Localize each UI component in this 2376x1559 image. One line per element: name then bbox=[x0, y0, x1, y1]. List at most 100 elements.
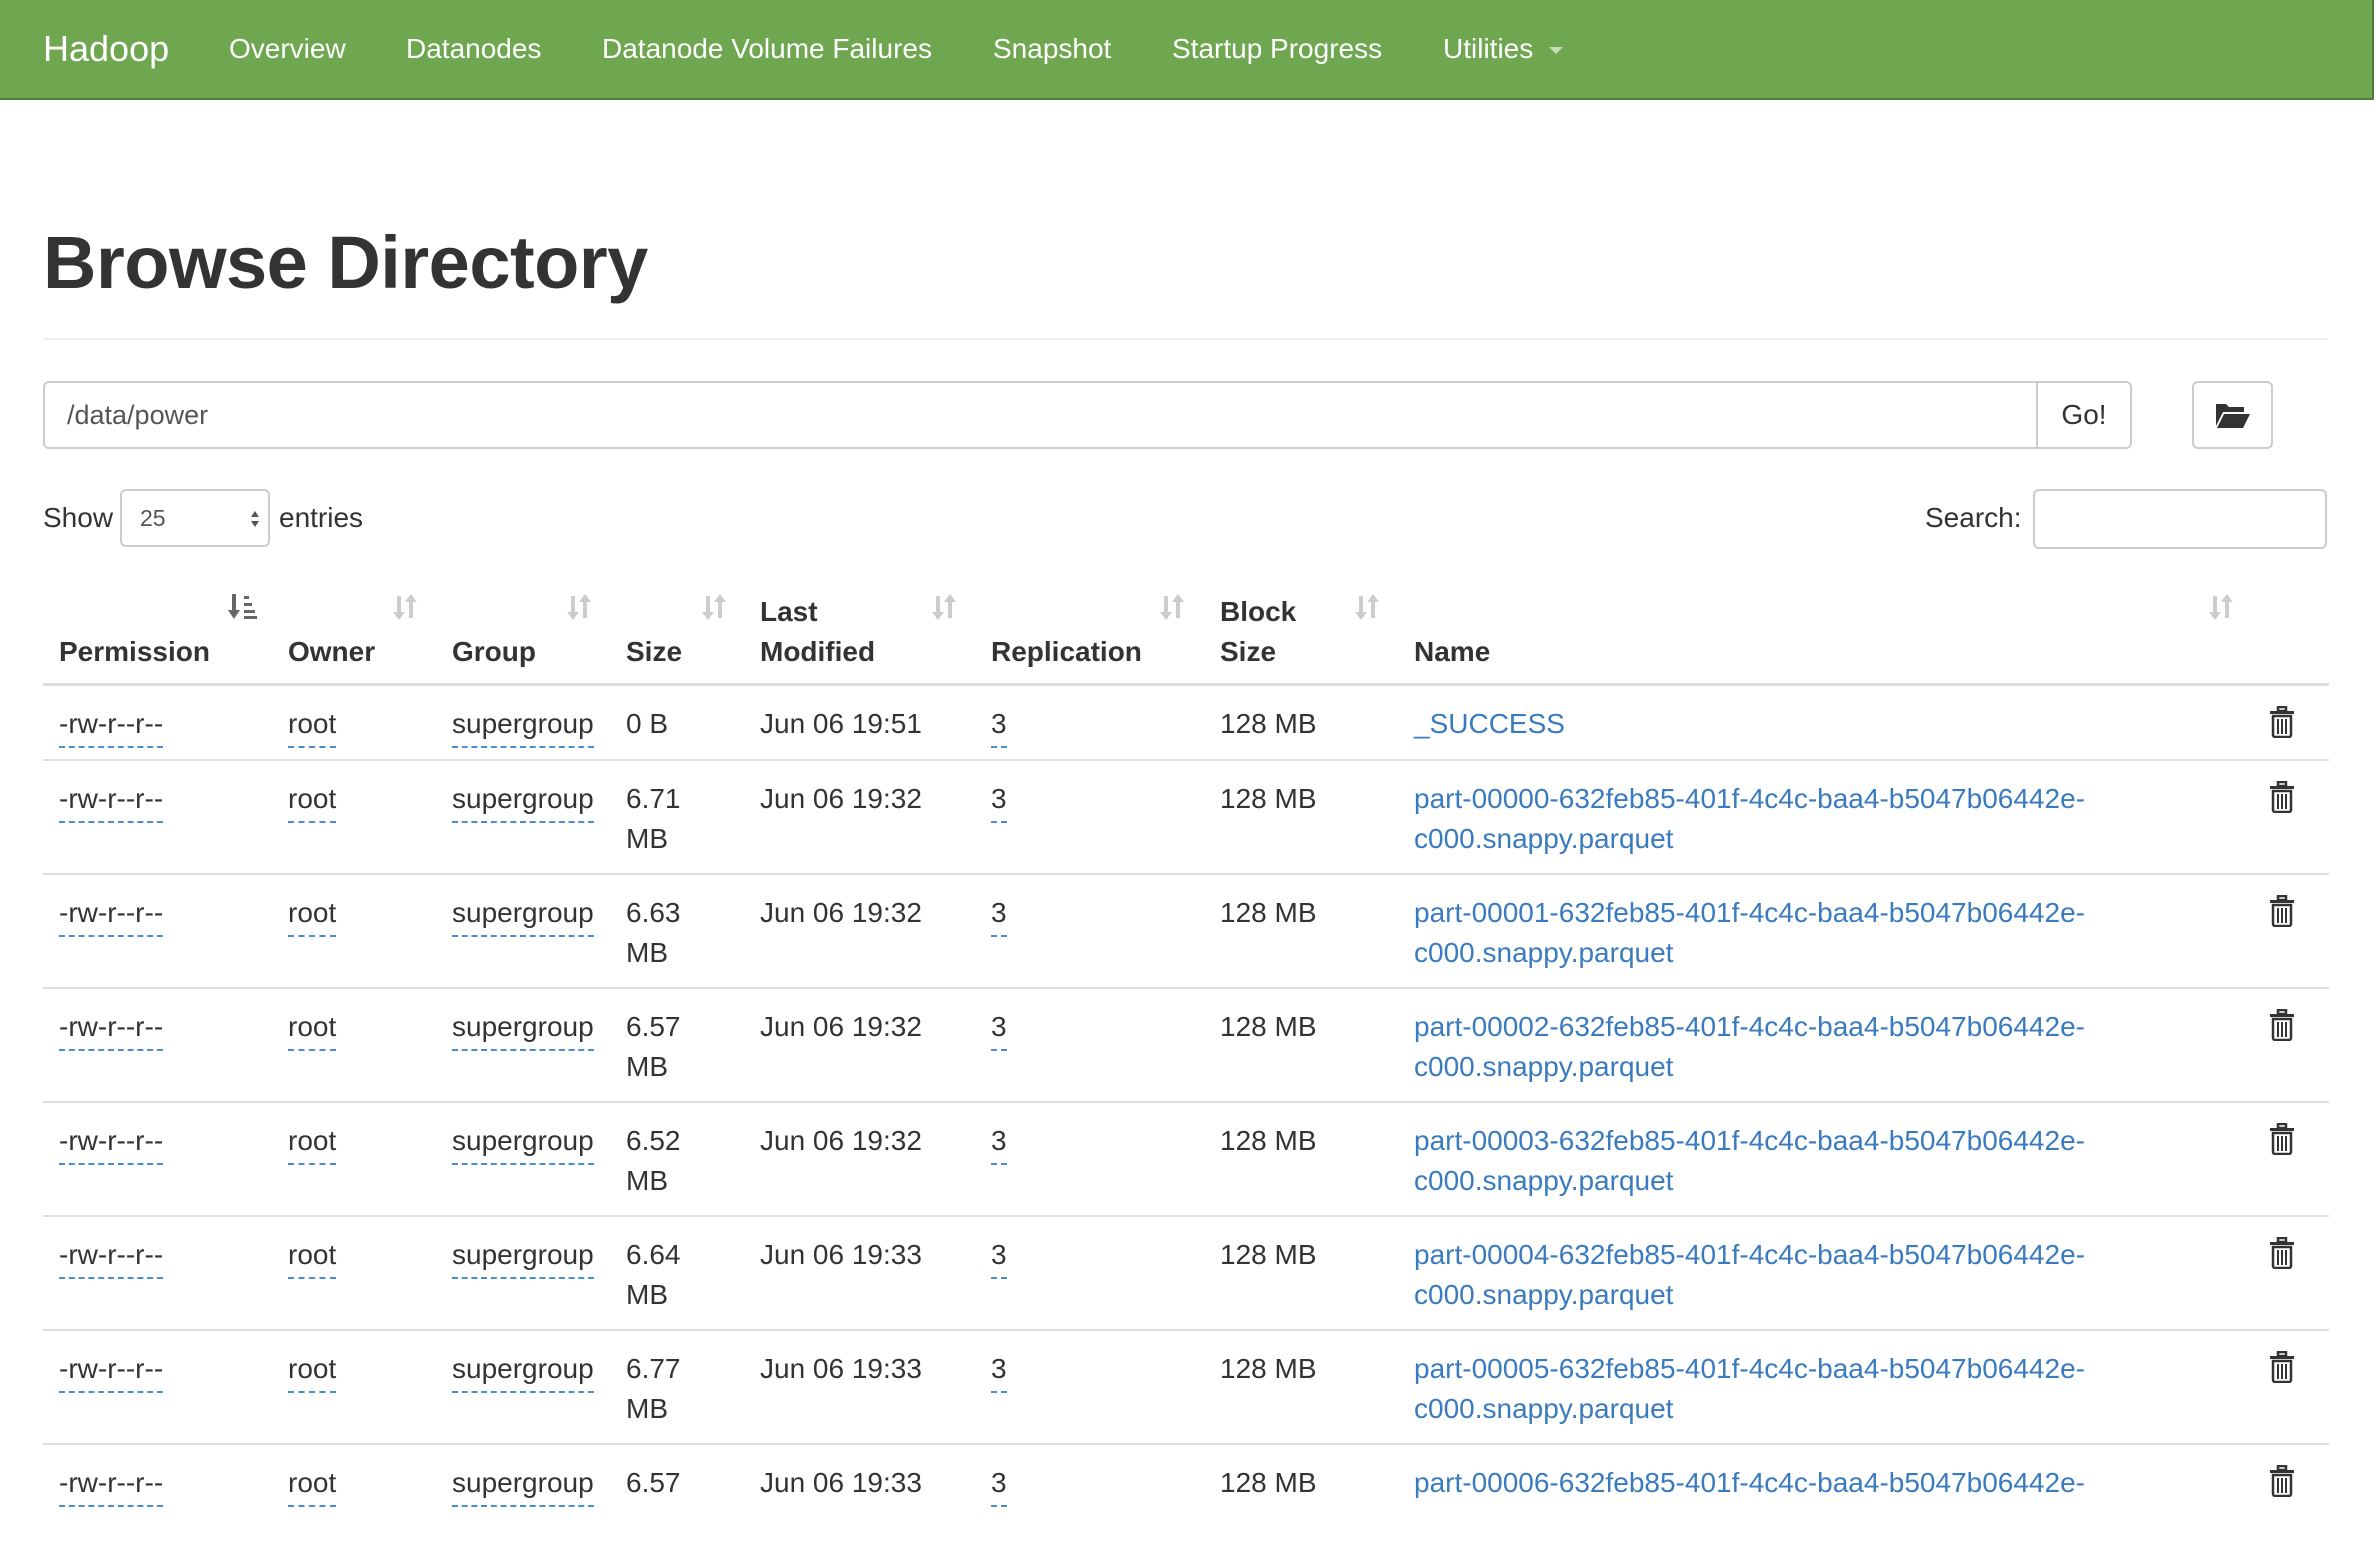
sort-both-icon[interactable] bbox=[391, 592, 419, 622]
file-name-line2: c000.snappy.parquet bbox=[1414, 1279, 1674, 1310]
table-row: -rw-r--r-- root supergroup 6.63 MB Jun 06… bbox=[43, 875, 2329, 989]
replication-cell[interactable]: 3 bbox=[991, 1349, 1007, 1393]
header-owner[interactable]: Owner bbox=[288, 632, 375, 672]
header-size-label: Size bbox=[626, 636, 683, 667]
permission-cell[interactable]: -rw-r--r-- bbox=[59, 1349, 164, 1393]
nav-startup-progress[interactable]: Startup Progress bbox=[1172, 22, 1382, 76]
owner-cell[interactable]: root bbox=[288, 1007, 337, 1051]
header-block-size-line2: Size bbox=[1220, 636, 1277, 667]
owner-cell[interactable]: root bbox=[288, 1463, 337, 1507]
header-permission-label: Permission bbox=[59, 636, 210, 667]
size-unit: MB bbox=[626, 1393, 668, 1424]
brand-logo[interactable]: Hadoop bbox=[43, 22, 169, 76]
block-size-cell: 128 MB bbox=[1220, 783, 1317, 814]
replication-cell[interactable]: 3 bbox=[991, 704, 1007, 748]
file-name-line1: _SUCCESS bbox=[1414, 708, 1565, 739]
sort-both-icon[interactable] bbox=[2207, 592, 2235, 622]
sort-both-icon[interactable] bbox=[930, 592, 958, 622]
nav-datanode-volume-failures[interactable]: Datanode Volume Failures bbox=[602, 22, 932, 76]
trash-icon[interactable] bbox=[2269, 1465, 2295, 1497]
size-value: 6.64 bbox=[626, 1239, 681, 1270]
replication-cell[interactable]: 3 bbox=[991, 1235, 1007, 1279]
nav-datanodes[interactable]: Datanodes bbox=[406, 22, 541, 76]
sort-both-icon[interactable] bbox=[1353, 592, 1381, 622]
table-row: -rw-r--r-- root supergroup 6.71 MB Jun 06… bbox=[43, 761, 2329, 875]
group-cell[interactable]: supergroup bbox=[452, 779, 594, 823]
file-name-link[interactable]: part-00006-632feb85-401f-4c4c-baa4-b5047… bbox=[1414, 1463, 2085, 1503]
file-name-link[interactable]: part-00003-632feb85-401f-4c4c-baa4-b5047… bbox=[1414, 1121, 2085, 1201]
header-last-modified-line1: Last bbox=[760, 596, 818, 627]
permission-cell[interactable]: -rw-r--r-- bbox=[59, 1121, 164, 1165]
header-name[interactable]: Name bbox=[1414, 632, 1490, 672]
replication-cell[interactable]: 3 bbox=[991, 779, 1007, 823]
sort-both-icon[interactable] bbox=[1158, 592, 1186, 622]
permission-cell[interactable]: -rw-r--r-- bbox=[59, 893, 164, 937]
group-cell[interactable]: supergroup bbox=[452, 1349, 594, 1393]
group-cell[interactable]: supergroup bbox=[452, 704, 594, 748]
block-size-cell: 128 MB bbox=[1220, 1239, 1317, 1270]
file-name-link[interactable]: _SUCCESS bbox=[1414, 704, 1565, 744]
permission-cell[interactable]: -rw-r--r-- bbox=[59, 1463, 164, 1507]
header-name-label: Name bbox=[1414, 636, 1491, 667]
trash-icon[interactable] bbox=[2269, 895, 2295, 927]
modified-cell: Jun 06 19:32 bbox=[760, 1011, 922, 1042]
trash-icon[interactable] bbox=[2269, 781, 2295, 813]
group-cell[interactable]: supergroup bbox=[452, 1007, 594, 1051]
header-group[interactable]: Group bbox=[452, 632, 536, 672]
block-size-cell: 128 MB bbox=[1220, 1353, 1317, 1384]
directory-path-input[interactable] bbox=[43, 381, 2039, 449]
replication-cell[interactable]: 3 bbox=[991, 1007, 1007, 1051]
replication-cell[interactable]: 3 bbox=[991, 1463, 1007, 1507]
size-cell: 6.71 MB bbox=[626, 779, 681, 859]
group-cell[interactable]: supergroup bbox=[452, 1463, 594, 1507]
owner-cell[interactable]: root bbox=[288, 1121, 337, 1165]
go-button[interactable]: Go! bbox=[2036, 381, 2132, 449]
nav-utilities-dropdown[interactable]: Utilities bbox=[1443, 22, 1564, 76]
permission-cell[interactable]: -rw-r--r-- bbox=[59, 1007, 164, 1051]
search-input[interactable] bbox=[2033, 489, 2327, 549]
sort-ascending-icon[interactable] bbox=[227, 592, 257, 622]
owner-cell[interactable]: root bbox=[288, 704, 337, 748]
header-replication[interactable]: Replication bbox=[991, 632, 1142, 672]
group-cell[interactable]: supergroup bbox=[452, 1121, 594, 1165]
replication-cell[interactable]: 3 bbox=[991, 893, 1007, 937]
owner-cell[interactable]: root bbox=[288, 1349, 337, 1393]
header-owner-label: Owner bbox=[288, 636, 376, 667]
trash-icon[interactable] bbox=[2269, 706, 2295, 738]
file-name-link[interactable]: part-00001-632feb85-401f-4c4c-baa4-b5047… bbox=[1414, 893, 2085, 973]
folder-open-icon bbox=[2215, 404, 2250, 428]
permission-cell[interactable]: -rw-r--r-- bbox=[59, 1235, 164, 1279]
nav-overview[interactable]: Overview bbox=[229, 22, 346, 76]
trash-icon[interactable] bbox=[2269, 1351, 2295, 1383]
group-cell[interactable]: supergroup bbox=[452, 893, 594, 937]
nav-snapshot[interactable]: Snapshot bbox=[993, 22, 1111, 76]
owner-cell[interactable]: root bbox=[288, 1235, 337, 1279]
header-size[interactable]: Size bbox=[626, 632, 682, 672]
file-name-line1: part-00006-632feb85-401f-4c4c-baa4-b5047… bbox=[1414, 1467, 2085, 1498]
header-permission[interactable]: Permission bbox=[59, 632, 210, 672]
owner-cell[interactable]: root bbox=[288, 779, 337, 823]
file-name-link[interactable]: part-00000-632feb85-401f-4c4c-baa4-b5047… bbox=[1414, 779, 2085, 859]
create-directory-button[interactable] bbox=[2192, 381, 2273, 449]
replication-cell[interactable]: 3 bbox=[991, 1121, 1007, 1165]
file-name-link[interactable]: part-00002-632feb85-401f-4c4c-baa4-b5047… bbox=[1414, 1007, 2085, 1087]
group-cell[interactable]: supergroup bbox=[452, 1235, 594, 1279]
trash-icon[interactable] bbox=[2269, 1009, 2295, 1041]
size-value: 6.57 bbox=[626, 1467, 681, 1498]
sort-both-icon[interactable] bbox=[565, 592, 593, 622]
sort-both-icon[interactable] bbox=[700, 592, 728, 622]
table-row: -rw-r--r-- root supergroup 6.52 MB Jun 06… bbox=[43, 1103, 2329, 1217]
trash-icon[interactable] bbox=[2269, 1123, 2295, 1155]
entries-per-page-select[interactable]: 25 bbox=[120, 489, 270, 547]
file-name-line2: c000.snappy.parquet bbox=[1414, 1393, 1674, 1424]
block-size-cell: 128 MB bbox=[1220, 1125, 1317, 1156]
owner-cell[interactable]: root bbox=[288, 893, 337, 937]
modified-cell: Jun 06 19:32 bbox=[760, 783, 922, 814]
trash-icon[interactable] bbox=[2269, 1237, 2295, 1269]
header-block-size[interactable]: Block Size bbox=[1220, 592, 1296, 672]
permission-cell[interactable]: -rw-r--r-- bbox=[59, 779, 164, 823]
header-last-modified[interactable]: Last Modified bbox=[760, 592, 875, 672]
file-name-link[interactable]: part-00004-632feb85-401f-4c4c-baa4-b5047… bbox=[1414, 1235, 2085, 1315]
file-name-link[interactable]: part-00005-632feb85-401f-4c4c-baa4-b5047… bbox=[1414, 1349, 2085, 1429]
permission-cell[interactable]: -rw-r--r-- bbox=[59, 704, 164, 748]
